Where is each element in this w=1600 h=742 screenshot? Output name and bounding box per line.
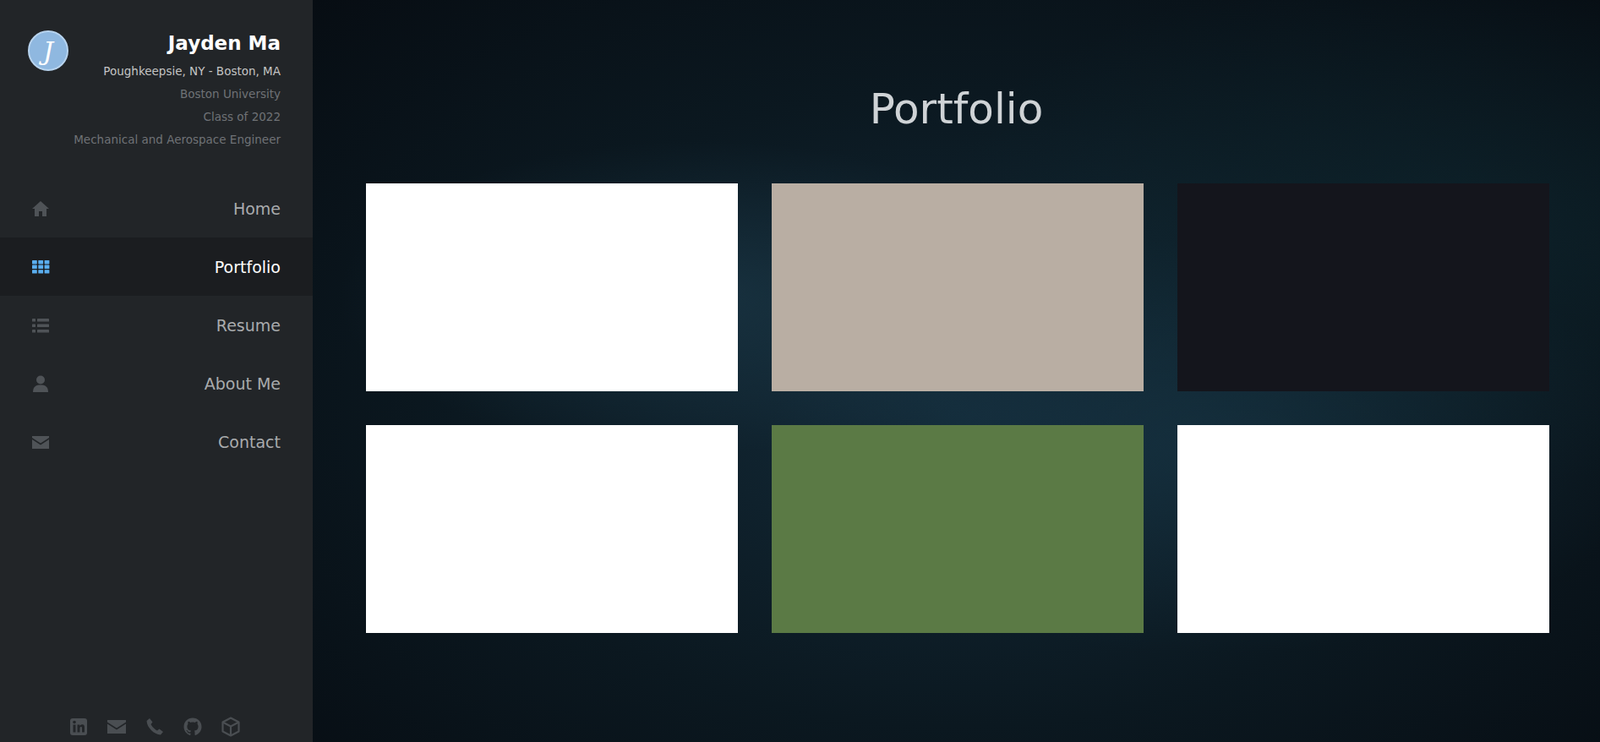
nav-item[interactable]: Portfolio: [0, 237, 313, 296]
github-icon[interactable]: [182, 716, 203, 738]
portfolio-grid: [312, 183, 1600, 634]
envelope-icon: [30, 431, 51, 453]
nav-item[interactable]: Home: [0, 179, 313, 238]
profile-location: Poughkeepsie, NY - Boston, MA: [73, 60, 281, 83]
profile-text: Jayden Ma Poughkeepsie, NY - Boston, MA …: [73, 30, 281, 152]
portfolio-item[interactable]: [771, 183, 1144, 392]
user-icon: [30, 373, 51, 394]
profile-name: Jayden Ma: [73, 30, 281, 56]
page: J Jayden Ma Poughkeepsie, NY - Boston, M…: [0, 0, 1600, 742]
nav-label: Portfolio: [214, 257, 281, 277]
nav-label: Resume: [216, 316, 281, 335]
cube-icon[interactable]: [220, 716, 241, 738]
portfolio-item[interactable]: [771, 425, 1144, 634]
portfolio-item[interactable]: [365, 425, 738, 634]
profile-detail: Mechanical and Aerospace Engineer: [73, 128, 281, 152]
main-content: Portfolio: [312, 0, 1600, 742]
nav-item[interactable]: Contact: [0, 412, 313, 471]
portfolio-item[interactable]: [1177, 425, 1550, 634]
nav-label: Contact: [218, 432, 281, 452]
nav-item[interactable]: Resume: [0, 295, 313, 355]
list-icon: [30, 315, 51, 336]
envelope-icon[interactable]: [106, 716, 127, 738]
portfolio-item[interactable]: [1177, 183, 1550, 392]
profile: J Jayden Ma Poughkeepsie, NY - Boston, M…: [0, 0, 313, 152]
profile-detail: Class of 2022: [73, 105, 281, 129]
nav-label: Home: [233, 199, 281, 219]
grid-icon: [30, 256, 51, 278]
page-title: Portfolio: [312, 0, 1600, 136]
portfolio-item[interactable]: [365, 183, 738, 392]
sidebar-nav: Home Portfolio Resume About Me Contact: [0, 179, 313, 471]
home-icon: [30, 198, 51, 219]
profile-detail: Boston University: [73, 82, 281, 106]
linkedin-icon[interactable]: [68, 716, 89, 738]
nav-item[interactable]: About Me: [0, 354, 313, 413]
social-links: [0, 716, 313, 742]
phone-icon[interactable]: [144, 716, 165, 738]
nav-label: About Me: [204, 374, 281, 394]
avatar-logo[interactable]: J: [27, 30, 69, 71]
sidebar: J Jayden Ma Poughkeepsie, NY - Boston, M…: [0, 0, 313, 742]
